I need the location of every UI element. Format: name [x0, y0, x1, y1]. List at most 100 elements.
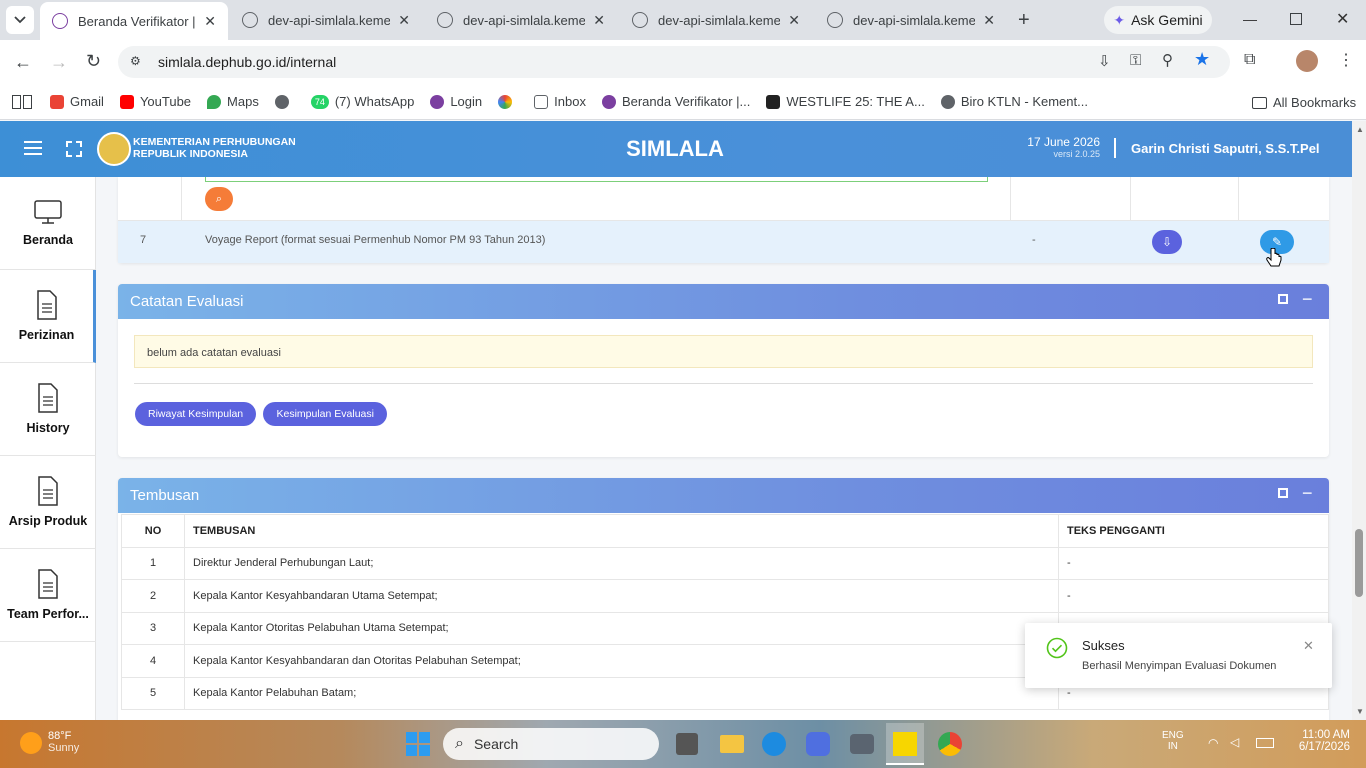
browser-toolbar: ← → ↻ ⚙ simlala.dephub.go.id/internal ⇩ … [0, 40, 1366, 84]
password-key-icon[interactable]: ⚿ [1130, 52, 1141, 69]
kesimpulan-evaluasi-button[interactable]: Kesimpulan Evaluasi [263, 402, 387, 426]
user-name[interactable]: Garin Christi Saputri, S.S.T.Pel [1131, 141, 1320, 156]
app-header: KEMENTERIAN PERHUBUNGAN REPUBLIK INDONES… [0, 121, 1352, 177]
close-tab-icon[interactable]: ✕ [983, 12, 995, 29]
maximize-window-button[interactable] [1290, 13, 1302, 25]
copilot-icon[interactable] [806, 732, 830, 756]
close-window-button[interactable]: ✕ [1336, 9, 1349, 29]
download-button[interactable]: ⇩ [1152, 230, 1182, 254]
scrollbar-thumb[interactable] [1355, 529, 1363, 597]
hamburger-menu-icon[interactable] [24, 141, 42, 155]
bookmark-star-icon[interactable]: ★ [1194, 49, 1210, 70]
edge-browser-icon[interactable] [762, 732, 786, 756]
header-date: 17 June 2026 versi 2.0.25 [1027, 135, 1100, 159]
new-tab-button[interactable]: + [1018, 9, 1030, 32]
all-bookmarks-button[interactable]: All Bookmarks [1252, 95, 1356, 110]
document-icon [38, 569, 58, 599]
bookmark-maps[interactable]: Maps [207, 94, 259, 109]
gmail-icon [50, 94, 64, 109]
language-indicator[interactable]: ENG IN [1162, 730, 1184, 752]
bookmark-globe[interactable] [274, 94, 295, 109]
battery-icon[interactable] [1256, 738, 1274, 748]
clock[interactable]: 11:00 AM 6/17/2026 [1290, 729, 1350, 753]
card-header: Tembusan − [118, 478, 1329, 513]
expand-icon[interactable] [1278, 294, 1288, 304]
forward-arrow-icon[interactable]: → [50, 52, 68, 73]
bookmark-photos[interactable] [498, 94, 518, 109]
sidebar-item-beranda[interactable]: Beranda [0, 177, 96, 270]
sticky-notes-app[interactable] [886, 723, 924, 765]
globe-icon [940, 94, 955, 109]
minimize-window-button[interactable]: — [1243, 11, 1257, 27]
collapse-minus-icon[interactable]: − [1302, 483, 1313, 504]
bookmark-youtube[interactable]: YouTube [119, 94, 191, 109]
site-info-icon[interactable]: ⚙ [130, 54, 141, 68]
sticky-notes-icon [893, 732, 917, 756]
taskbar-search-box[interactable]: ⌕ Search [443, 728, 659, 760]
bookmark-beranda-verifikator[interactable]: Beranda Verifikator |... [601, 94, 750, 109]
scroll-up-icon[interactable]: ▲ [1356, 125, 1364, 134]
extensions-icon[interactable]: ⧉ [1244, 51, 1255, 69]
address-bar[interactable]: ⚙ simlala.dephub.go.id/internal [118, 46, 1230, 78]
weather-widget[interactable]: 88°F Sunny [48, 730, 79, 754]
table-header-row: NO TEMBUSAN TEKS PENGGANTI [121, 514, 1329, 548]
zoom-icon[interactable]: ⚲ [1162, 51, 1173, 69]
pinwheel-icon [498, 94, 513, 109]
volume-icon[interactable]: ◁ [1230, 735, 1239, 749]
close-icon[interactable]: ✕ [1303, 638, 1314, 654]
browser-tab[interactable]: dev-api-simlala.kemenh ✕ [425, 0, 617, 40]
file-explorer-icon[interactable] [720, 735, 744, 753]
browser-tab[interactable]: dev-api-simlala.kemenh ✕ [230, 0, 422, 40]
table-row: 2 Kepala Kantor Kesyahbandaran Utama Sete… [121, 579, 1329, 613]
sidebar-item-perizinan[interactable]: Perizinan [0, 270, 96, 363]
close-tab-icon[interactable]: ✕ [398, 12, 410, 29]
browser-tab[interactable]: dev-api-simlala.kemenh ✕ [620, 0, 812, 40]
browser-tab[interactable]: dev-api-simlala.kemenh ✕ [815, 0, 1007, 40]
browser-tab-active[interactable]: Beranda Verifikator | Si ✕ [40, 2, 228, 40]
divider [134, 383, 1313, 384]
ask-gemini-button[interactable]: ✦ Ask Gemini [1104, 6, 1212, 34]
documents-table: ⌕ 7 Voyage Report (format sesuai Permenh… [118, 177, 1329, 263]
youtube-icon [119, 94, 134, 109]
chrome-icon[interactable] [938, 732, 962, 756]
login-site-icon [430, 94, 445, 109]
profile-avatar[interactable] [1296, 50, 1318, 72]
sidebar-item-history[interactable]: History [0, 363, 96, 456]
close-tab-icon[interactable]: ✕ [593, 12, 605, 29]
hand-cursor-icon [1266, 248, 1282, 267]
sidebar-item-arsip-produk[interactable]: Arsip Produk [0, 456, 96, 549]
task-view-icon[interactable] [676, 733, 698, 755]
wifi-icon[interactable]: ◠ [1208, 736, 1218, 750]
page-scrollbar[interactable]: ▲ ▼ [1352, 121, 1366, 720]
install-app-icon[interactable]: ⇩ [1098, 52, 1111, 70]
inbox-icon [534, 94, 549, 109]
document-icon [38, 383, 58, 413]
column-header: NO [121, 514, 185, 548]
riwayat-kesimpulan-button[interactable]: Riwayat Kesimpulan [135, 402, 257, 426]
search-document-button[interactable]: ⌕ [205, 187, 233, 211]
folder-icon [1252, 96, 1267, 109]
windows-start-icon[interactable] [406, 732, 430, 756]
bookmark-inbox[interactable]: Inbox [534, 94, 586, 109]
scroll-down-icon[interactable]: ▼ [1356, 707, 1364, 716]
expand-icon[interactable] [1278, 488, 1288, 498]
back-arrow-icon[interactable]: ← [14, 52, 32, 73]
apps-grid-icon[interactable] [12, 94, 32, 109]
document-icon [38, 476, 58, 506]
close-tab-icon[interactable]: ✕ [788, 12, 800, 29]
tab-search-button[interactable] [6, 6, 34, 34]
bookmark-biro-ktln[interactable]: Biro KTLN - Kement... [940, 94, 1088, 109]
more-menu-icon[interactable]: ⋮ [1338, 50, 1354, 70]
bookmark-westlife[interactable]: WESTLIFE 25: THE A... [766, 94, 925, 109]
camera-app-icon[interactable] [850, 734, 874, 754]
bookmark-whatsapp[interactable]: 74 (7) WhatsApp [310, 94, 414, 109]
bookmark-login[interactable]: Login [430, 94, 482, 109]
bookmark-gmail[interactable]: Gmail [50, 94, 104, 109]
collapse-minus-icon[interactable]: − [1302, 289, 1313, 310]
evaluation-actions: Riwayat Kesimpulan Kesimpulan Evaluasi [135, 402, 391, 426]
sidebar-item-team-performance[interactable]: Team Perfor... [0, 549, 96, 642]
header-divider [1114, 138, 1116, 158]
fullscreen-icon[interactable] [66, 141, 82, 157]
close-tab-icon[interactable]: ✕ [204, 13, 216, 30]
reload-icon[interactable]: ↻ [86, 51, 101, 72]
